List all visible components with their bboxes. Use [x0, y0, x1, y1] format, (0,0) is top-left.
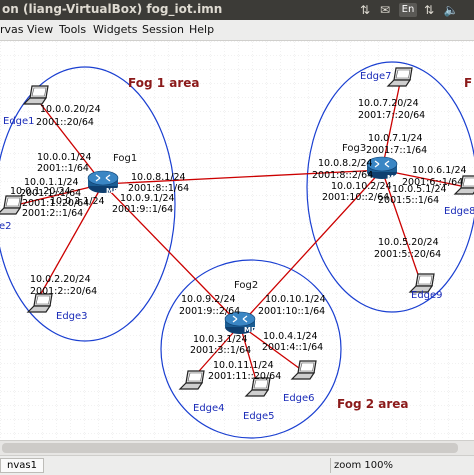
edge1-ipv4-label: 10.0.0.20/24 — [40, 104, 101, 115]
canvas-tab[interactable]: nvas1 — [0, 458, 44, 473]
network-icon[interactable]: ⇅ — [421, 2, 437, 18]
fog2-if9-ipv4-label: 10.0.9.2/24 — [181, 294, 236, 305]
edge7-name: Edge7 — [360, 71, 392, 82]
fog3-if8-ipv4-label: 10.0.8.2/24 — [318, 158, 373, 169]
fog3-if6-ipv4-label: 10.0.6.1/24 — [412, 165, 467, 176]
fog3-if8-ipv6-label: 2001:8::2/64 — [312, 170, 374, 181]
fog2-area-title: Fog 2 area — [337, 397, 409, 411]
scrollbar-thumb[interactable] — [2, 443, 458, 453]
router-fog2-badge: MDR — [244, 326, 263, 334]
fog3-if5-ipv4-label: 10.0.5.1/24 — [392, 184, 447, 195]
menu-session[interactable]: Session — [142, 23, 184, 36]
fog1-if2-ipv4-label: 10.0.2.1/24 — [50, 196, 105, 207]
fog3-area-title-partial: F — [464, 76, 473, 90]
window-titlebar: on (liang-VirtualBox) fog_iot.imn ⇅ ✉ En… — [0, 0, 474, 20]
fog2-if11-ipv6-label: 2001:11::20/64 — [208, 371, 282, 382]
menu-widgets[interactable]: Widgets — [93, 23, 137, 36]
fog1-if9-ipv6-label: 2001:9::1/64 — [112, 204, 174, 215]
edge1-name: Edge1 — [3, 116, 35, 127]
fog3-if5-ipv6-label: 2001:5::1/64 — [378, 195, 440, 206]
fog2-if4-ipv4-label: 10.0.4.1/24 — [263, 331, 318, 342]
fog3-ipv6-label: 2001:7::1/64 — [366, 145, 428, 156]
edge3-ipv6-label: 2001:2::20/64 — [30, 286, 98, 297]
fog1-if9-ipv4-label: 10.0.9.1/24 — [120, 193, 175, 204]
fog1-if8-ipv4-label: 10.0.8.1/24 — [131, 172, 186, 183]
router-fog2-name: Fog2 — [234, 280, 259, 291]
edge9-ipv4-label: 10.0.5.20/24 — [378, 237, 439, 248]
edge6-name: Edge6 — [283, 393, 315, 404]
menu-tools[interactable]: Tools — [59, 23, 86, 36]
edge4-name: Edge4 — [193, 403, 225, 414]
fog2-if9-ipv6-label: 2001:9::2/64 — [179, 306, 241, 317]
status-divider — [330, 458, 331, 473]
fog1-ipv6-label: 2001::1/64 — [37, 163, 89, 174]
keyboard-language-indicator[interactable]: En — [399, 3, 417, 17]
router-fog1-name: Fog1 — [113, 153, 138, 164]
edge7-ipv6-label: 2001:7::20/64 — [358, 110, 426, 121]
sort-arrows-icon[interactable]: ⇅ — [357, 2, 373, 18]
fog2-if3-ipv4-label: 10.0.3.1/24 — [193, 334, 248, 345]
horizontal-scrollbar[interactable] — [0, 440, 474, 455]
edge9-ipv6-label: 2001:5::20/64 — [374, 249, 442, 260]
fog1-ipv4-label: 10.0.0.1/24 — [37, 152, 92, 163]
status-bar: nvas1 zoom 100% — [0, 455, 474, 475]
fog2-if4-ipv6-label: 2001:4::1/64 — [262, 342, 324, 353]
router-fog3-name: Fog3 — [342, 143, 367, 154]
fog2-if10-ipv4-label: 10.0.10.1/24 — [265, 294, 326, 305]
edge9-name: Edge9 — [411, 290, 443, 301]
edge1-ipv6-label: 2001::20/64 — [36, 117, 94, 128]
edge2-name: Edge2 — [0, 221, 12, 232]
fog3-ipv4-label: 10.0.7.1/24 — [368, 133, 423, 144]
edge5-name: Edge5 — [243, 411, 275, 422]
edge3-ipv4-label: 10.0.2.20/24 — [30, 274, 91, 285]
zoom-level: zoom 100% — [334, 460, 393, 471]
fog1-area-title: Fog 1 area — [128, 76, 200, 90]
mail-icon[interactable]: ✉ — [377, 2, 393, 18]
fog2-if3-ipv6-label: 2001:3::1/64 — [190, 345, 252, 356]
fog2-if11-ipv4-label: 10.0.11.1/24 — [213, 360, 274, 371]
fog2-if10-ipv6-label: 2001:10::1/64 — [258, 306, 326, 317]
menu-canvas[interactable]: rvas — [0, 23, 24, 36]
edge3-name: Edge3 — [56, 311, 88, 322]
fog3-if10-ipv4-label: 10.0.10.2/24 — [331, 181, 392, 192]
topology-canvas[interactable]: Fog 1 area Fog 2 area F Fog1 MDR Fog3 MD… — [0, 41, 474, 440]
fog1-if2-ipv6-label: 2001:2::1/64 — [22, 208, 84, 219]
volume-icon[interactable]: 🔈 — [443, 2, 459, 18]
menu-help[interactable]: Help — [189, 23, 214, 36]
edge7-ipv4-label: 10.0.7.20/24 — [358, 98, 419, 109]
menu-bar: rvas View Tools Widgets Session Help — [0, 20, 474, 41]
window-title: on (liang-VirtualBox) fog_iot.imn — [2, 2, 223, 16]
menu-view[interactable]: View — [27, 23, 53, 36]
edge8-name: Edge8 — [444, 206, 474, 217]
